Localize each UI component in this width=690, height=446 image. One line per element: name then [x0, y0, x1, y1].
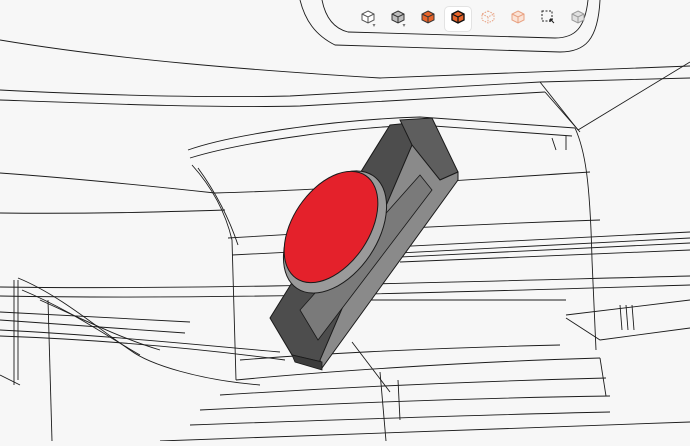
- wireframe-cube-icon: [480, 9, 496, 30]
- view-selection-highlight-button[interactable]: [445, 7, 471, 31]
- model-canvas[interactable]: [0, 0, 690, 442]
- selected-bracket-part[interactable]: [262, 117, 459, 371]
- box-select-button[interactable]: [535, 7, 561, 31]
- chevron-down-icon: ▾: [372, 22, 376, 29]
- cad-3d-viewport[interactable]: ▾ ▾: [0, 0, 690, 442]
- chevron-down-icon: ▾: [402, 22, 406, 29]
- orange-selected-cube-icon: [450, 9, 466, 30]
- box-select-icon: [540, 9, 556, 30]
- view-hidden-lines-button[interactable]: [505, 7, 531, 31]
- view-transparent-button[interactable]: [565, 7, 591, 31]
- view-mode-toolbar: ▾ ▾: [355, 6, 591, 32]
- view-shaded-button[interactable]: ▾: [355, 7, 381, 31]
- view-solid-color-button[interactable]: [415, 7, 441, 31]
- light-cube-icon: [510, 9, 526, 30]
- gray-cube-icon: [570, 9, 586, 30]
- orange-solid-cube-icon: [420, 9, 436, 30]
- view-shaded-edges-button[interactable]: ▾: [385, 7, 411, 31]
- view-wireframe-button[interactable]: [475, 7, 501, 31]
